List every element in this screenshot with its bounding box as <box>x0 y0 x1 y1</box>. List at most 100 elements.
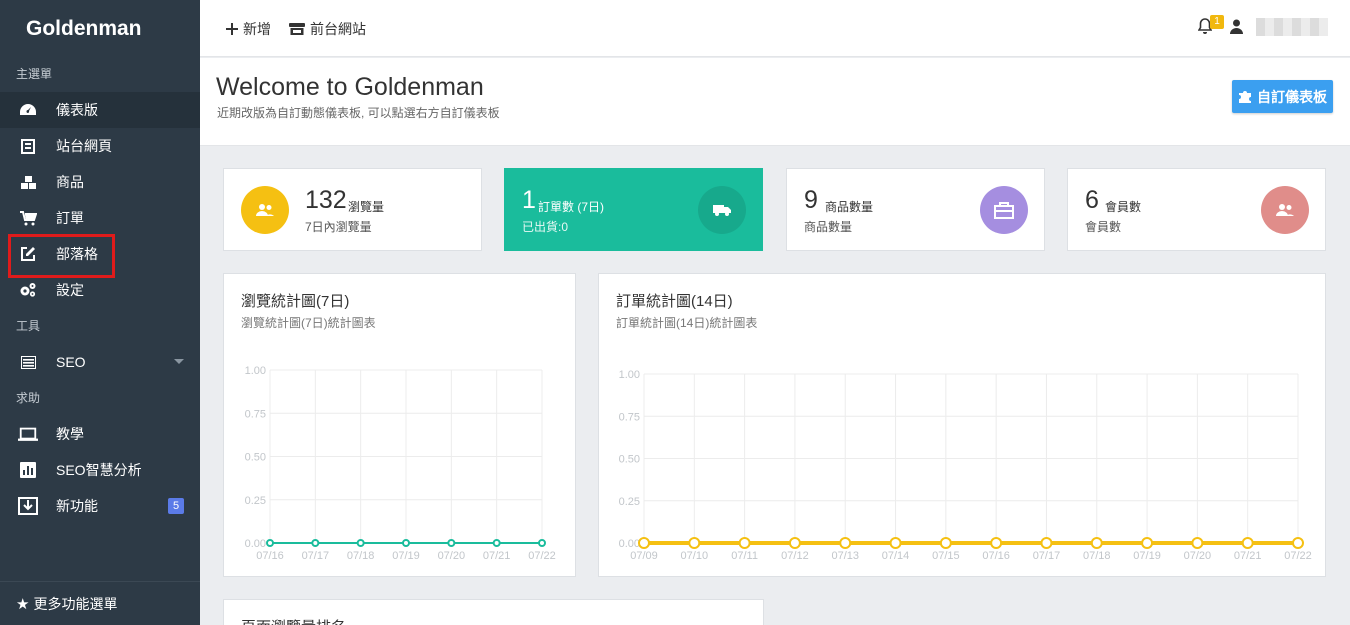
dashboard-icon <box>18 100 38 120</box>
sidebar-item-seo-analysis[interactable]: SEO智慧分析 <box>0 452 200 488</box>
data-point[interactable] <box>266 539 274 547</box>
data-point[interactable] <box>1241 537 1254 549</box>
y-tick-label: 0.00 <box>245 538 266 550</box>
stat-label: 瀏覽量 <box>348 200 385 214</box>
stat-card-products[interactable]: 9 商品數量 商品數量 <box>786 168 1045 251</box>
stat-sub: 會員數 <box>1085 220 1122 234</box>
data-point[interactable] <box>1292 537 1304 549</box>
stat-label: 訂單數 (7日) <box>538 200 605 214</box>
frontend-site-link[interactable]: 前台網站 <box>289 19 366 39</box>
sidebar-item-label: 站台網頁 <box>56 138 112 154</box>
x-tick-label: 07/09 <box>630 550 658 562</box>
sidebar-item-label: 教學 <box>56 426 84 442</box>
data-point[interactable] <box>1141 537 1154 549</box>
highlight-box <box>8 234 115 278</box>
stat-card-members[interactable]: 6 會員數 會員數 <box>1067 168 1326 251</box>
y-tick-label: 0.75 <box>619 411 640 423</box>
x-tick-label: 07/18 <box>347 550 375 562</box>
page-subtitle: 近期改版為自訂動態儀表板, 可以點選右方自訂儀表板 <box>217 106 500 120</box>
download-icon <box>18 496 38 516</box>
data-point[interactable] <box>402 539 410 547</box>
stat-card-orders[interactable]: 1 訂單數 (7日) 已出貨:0 <box>504 168 763 251</box>
page-ranking-panel: 頁面瀏覽量排名 <box>223 599 764 625</box>
chevron-down-icon[interactable] <box>174 359 184 364</box>
data-point[interactable] <box>990 537 1003 549</box>
sidebar-item-label: 新功能 <box>56 498 98 514</box>
views-chart-panel: 瀏覽統計圖(7日) 瀏覽統計圖(7日)統計圖表 0.00 0.25 0.50 0.75… <box>223 273 576 577</box>
stat-label: 商品數量 <box>825 200 874 214</box>
sidebar-item-orders[interactable]: 訂單 <box>0 200 200 236</box>
y-tick-label: 0.50 <box>245 452 266 464</box>
customize-dashboard-button[interactable]: 自訂儀表板 <box>1232 80 1333 113</box>
data-point[interactable] <box>788 537 801 549</box>
sidebar-item-pages[interactable]: 站台網頁 <box>0 128 200 164</box>
plus-icon <box>226 23 238 35</box>
section-title-tools: 工具 <box>16 319 41 333</box>
page-icon <box>18 136 38 156</box>
bar-chart-icon <box>18 460 38 480</box>
users-icon <box>241 186 289 234</box>
stat-sub: 商品數量 <box>804 220 853 234</box>
cubes-icon <box>18 172 38 192</box>
user-name-blurred[interactable] <box>1256 18 1328 36</box>
sidebar-item-new-features[interactable]: 新功能 5 <box>0 488 200 524</box>
sidebar-item-tutorial[interactable]: 教學 <box>0 416 200 452</box>
sidebar-item-label: SEO智慧分析 <box>56 462 142 478</box>
data-point[interactable] <box>356 539 365 547</box>
stat-sub: 7日內瀏覽量 <box>305 220 372 234</box>
sidebar: Goldenman 主選單 儀表版 站台網頁 商品 訂單 部落格 設定 工具 S… <box>0 0 200 625</box>
data-point[interactable] <box>638 537 650 549</box>
sidebar-item-label: 訂單 <box>56 210 84 226</box>
brand-logo[interactable]: Goldenman <box>0 0 200 57</box>
x-tick-label: 07/12 <box>781 550 809 562</box>
y-tick-label: 0.25 <box>245 495 266 507</box>
add-new-button[interactable]: 新增 <box>226 19 271 39</box>
sidebar-item-label: SEO <box>56 354 86 370</box>
x-tick-label: 07/21 <box>1234 550 1262 562</box>
cart-icon <box>18 208 38 228</box>
data-point[interactable] <box>447 539 456 547</box>
x-tick-label: 07/18 <box>1083 550 1111 562</box>
puzzle-icon <box>1238 89 1253 104</box>
sidebar-item-label: 商品 <box>56 174 84 190</box>
y-tick-label: 0.00 <box>619 538 640 550</box>
data-point[interactable] <box>839 537 852 549</box>
x-tick-label: 07/17 <box>1033 550 1061 562</box>
sidebar-item-label: 設定 <box>56 282 84 298</box>
x-tick-label: 07/22 <box>1284 550 1312 562</box>
x-tick-label: 07/20 <box>1184 550 1212 562</box>
stat-value: 132 <box>305 186 347 214</box>
notification-badge: 1 <box>1210 15 1224 29</box>
data-point[interactable] <box>939 537 952 549</box>
data-point[interactable] <box>311 539 320 547</box>
sidebar-item-seo[interactable]: SEO <box>0 344 200 380</box>
user-icon[interactable] <box>1230 19 1243 39</box>
count-badge: 5 <box>168 498 184 514</box>
stat-value: 6 <box>1085 186 1099 214</box>
data-point[interactable] <box>538 539 546 547</box>
data-point[interactable] <box>1040 537 1053 549</box>
store-icon <box>289 22 305 36</box>
data-point[interactable] <box>688 537 701 549</box>
sidebar-item-products[interactable]: 商品 <box>0 164 200 200</box>
sidebar-item-dashboard[interactable]: 儀表版 <box>0 92 200 128</box>
y-tick-label: 0.75 <box>245 408 266 420</box>
more-features-label: 更多功能選單 <box>33 595 118 612</box>
gears-icon <box>18 280 38 300</box>
stat-label: 會員數 <box>1105 200 1142 214</box>
x-tick-label: 07/14 <box>882 550 910 562</box>
data-point[interactable] <box>889 537 902 549</box>
x-tick-label: 07/17 <box>302 550 330 562</box>
y-tick-label: 1.00 <box>245 365 266 377</box>
data-point[interactable] <box>492 539 501 547</box>
customize-dashboard-label: 自訂儀表板 <box>1257 88 1327 105</box>
stat-value: 9 <box>804 186 818 214</box>
data-point[interactable] <box>1191 537 1204 549</box>
laptop-icon <box>18 424 38 444</box>
more-features-menu[interactable]: ★ 更多功能選單 <box>0 581 200 625</box>
data-point[interactable] <box>1090 537 1103 549</box>
truck-icon <box>698 186 746 234</box>
stat-card-views[interactable]: 132 瀏覽量 7日內瀏覽量 <box>223 168 482 251</box>
x-tick-label: 07/11 <box>731 550 758 562</box>
data-point[interactable] <box>738 537 751 549</box>
